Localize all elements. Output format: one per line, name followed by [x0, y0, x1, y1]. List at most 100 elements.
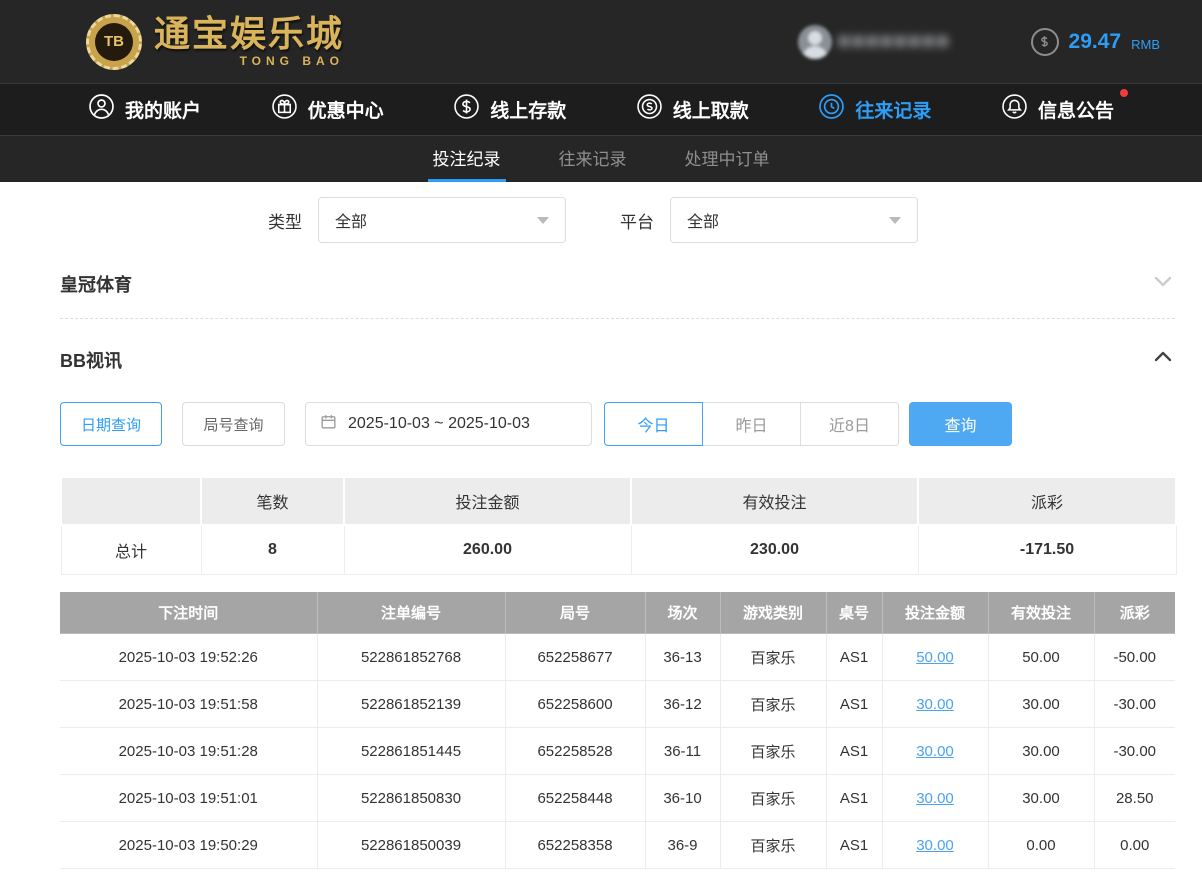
section-title: BB视讯 [60, 350, 122, 371]
calendar-icon [319, 412, 338, 436]
main-nav: 我的账户 优惠中心 线上存款 线上取款 往来记录 信息公告 [0, 83, 1202, 135]
bet-id-cell: 522861850039 [316, 821, 506, 869]
type-select-value: 全部 [335, 214, 368, 231]
username-blurred: ●●●●●●●● [837, 30, 951, 52]
session-cell: 36-10 [644, 774, 721, 822]
logo-chip-tb: TB [95, 22, 133, 61]
table-row: 2025-10-03 19:52:26 522861852768 6522586… [60, 633, 1175, 681]
bell-icon [1001, 93, 1028, 126]
chevron-down-icon[interactable] [1151, 269, 1175, 298]
nav-item-online-deposit[interactable]: 线上存款 [453, 93, 566, 126]
summary-count: 8 [200, 524, 345, 575]
bet-amount-link[interactable]: 30.00 [916, 790, 954, 807]
balance-amount: 29.47 [1068, 29, 1122, 53]
round-cell: 652258677 [504, 633, 646, 681]
session-cell: 36-13 [644, 633, 721, 681]
game-type-cell: 百家乐 [719, 633, 827, 681]
nav-item-announcements[interactable]: 信息公告 [1001, 89, 1128, 126]
balance: 29.47 RMB [1030, 27, 1160, 56]
header-game-type: 游戏类别 [720, 591, 827, 634]
game-type-cell: 百家乐 [719, 821, 827, 869]
avatar [797, 24, 832, 59]
nav-item-online-withdrawal[interactable]: 线上取款 [636, 93, 749, 126]
table-number-cell: AS1 [825, 821, 883, 869]
user-account[interactable]: ●●●●●●●● [797, 24, 951, 59]
yesterday-button[interactable]: 昨日 [702, 402, 801, 446]
date-query-button[interactable]: 日期查询 [60, 402, 162, 446]
bet-time-cell: 2025-10-03 19:51:01 [60, 774, 318, 822]
payout-cell: -30.00 [1093, 680, 1175, 728]
today-button[interactable]: 今日 [604, 402, 703, 446]
section-bb-video[interactable]: BB视讯 [60, 345, 1175, 374]
deposit-coin-icon [453, 93, 480, 126]
round-cell: 652258358 [504, 821, 646, 869]
nav-item-transaction-records[interactable]: 往来记录 [818, 93, 931, 126]
logo-title: 通宝娱乐城 [154, 12, 345, 54]
tab-transaction-records[interactable]: 往来记录 [554, 136, 632, 182]
bet-amount-cell: 30.00 [881, 774, 989, 822]
bet-amount-link[interactable]: 30.00 [916, 743, 954, 760]
section-title: 皇冠体育 [60, 274, 132, 295]
dollar-icon [1030, 27, 1059, 56]
summary-header-valid-bet: 有效投注 [630, 476, 919, 526]
table-number-cell: AS1 [825, 727, 883, 775]
tab-betting-records[interactable]: 投注纪录 [427, 136, 506, 182]
date-range-value: 2025-10-03 ~ 2025-10-03 [348, 415, 530, 432]
balance-currency: RMB [1131, 36, 1160, 52]
topbar-right: ●●●●●●●● 29.47 RMB [797, 24, 1160, 59]
last-8-days-button[interactable]: 近8日 [800, 402, 899, 446]
table-row: 2025-10-03 19:51:58 522861852139 6522586… [60, 680, 1175, 728]
date-range-input[interactable]: 2025-10-03 ~ 2025-10-03 [305, 402, 592, 446]
user-icon [88, 93, 115, 126]
table-number-cell: AS1 [825, 633, 883, 681]
bet-amount-link[interactable]: 30.00 [916, 837, 954, 854]
type-select[interactable]: 全部 [318, 197, 566, 243]
nav-item-my-account[interactable]: 我的账户 [88, 93, 201, 126]
chevron-down-icon [889, 216, 901, 224]
nav-label: 我的账户 [125, 101, 202, 122]
bet-time-cell: 2025-10-03 19:51:58 [60, 680, 318, 728]
round-query-button[interactable]: 局号查询 [182, 402, 285, 446]
platform-select-value: 全部 [687, 214, 720, 231]
record-subtabs: 投注纪录 往来记录 处理中订单 [0, 135, 1202, 182]
section-crown-sports[interactable]: 皇冠体育 [60, 269, 1175, 298]
game-type-cell: 百家乐 [719, 680, 827, 728]
bet-amount-link[interactable]: 30.00 [916, 696, 954, 713]
summary-bet-amount: 260.00 [343, 524, 632, 575]
notification-dot [1119, 89, 1128, 97]
header-bet-time: 下注时间 [60, 591, 318, 634]
header-round-number: 局号 [505, 591, 646, 634]
valid-bet-cell: 30.00 [987, 774, 1095, 822]
summary-payout: -171.50 [917, 524, 1177, 575]
nav-label: 线上存款 [490, 101, 567, 122]
session-cell: 36-11 [644, 727, 721, 775]
payout-cell: -50.00 [1093, 633, 1175, 681]
table-row: 2025-10-03 19:51:28 522861851445 6522585… [60, 727, 1175, 775]
nav-label: 信息公告 [1037, 101, 1114, 122]
bet-amount-cell: 30.00 [881, 680, 989, 728]
bet-detail-table: 下注时间 注单编号 局号 场次 游戏类别 桌号 投注金额 有效投注 派彩 202… [60, 591, 1175, 869]
nav-label: 往来记录 [855, 101, 932, 122]
payout-cell: 0.00 [1093, 821, 1175, 869]
section-divider [60, 318, 1175, 319]
tab-processing-orders[interactable]: 处理中订单 [680, 136, 775, 182]
logo-subtitle: TONG BAO [239, 53, 345, 68]
search-button[interactable]: 查询 [909, 402, 1012, 446]
chevron-up-icon[interactable] [1151, 345, 1175, 374]
site-logo[interactable]: TB 通宝娱乐城 TONG BAO [86, 12, 345, 70]
top-header: TB 通宝娱乐城 TONG BAO ●●●●●●●● 29.47 RMB [0, 0, 1202, 83]
platform-select[interactable]: 全部 [670, 197, 918, 243]
summary-header-bet-amount: 投注金额 [343, 476, 632, 526]
valid-bet-cell: 0.00 [987, 821, 1095, 869]
game-type-cell: 百家乐 [719, 774, 827, 822]
records-clock-icon [818, 93, 845, 126]
summary-header-row: 笔数 投注金额 有效投注 派彩 [60, 476, 1177, 526]
summary-total-row: 总计 8 260.00 230.00 -171.50 [60, 524, 1177, 575]
bet-amount-cell: 50.00 [881, 633, 989, 681]
bet-amount-link[interactable]: 50.00 [916, 649, 954, 666]
round-cell: 652258600 [504, 680, 646, 728]
nav-item-promotions[interactable]: 优惠中心 [271, 93, 384, 126]
bet-id-cell: 522861852768 [316, 633, 506, 681]
header-table-number: 桌号 [826, 591, 883, 634]
bet-id-cell: 522861851445 [316, 727, 506, 775]
